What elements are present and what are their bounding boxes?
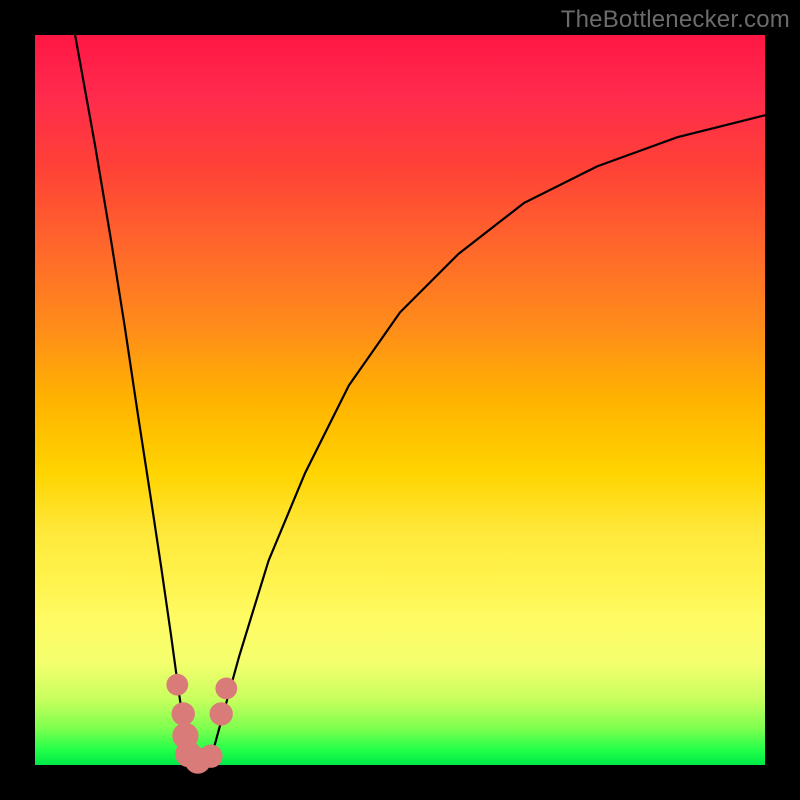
watermark-text: TheBottlenecker.com: [561, 6, 790, 34]
marker-dot: [215, 678, 237, 700]
marker-dot: [166, 674, 188, 696]
outer-frame: TheBottlenecker.com: [0, 0, 800, 800]
marker-dot: [210, 702, 233, 725]
marker-dot: [172, 702, 195, 725]
plot-area: [35, 35, 765, 765]
markers-group: [166, 674, 237, 774]
marker-dot: [199, 745, 222, 768]
left-curve: [75, 35, 190, 761]
chart-svg: [35, 35, 765, 765]
right-curve: [210, 115, 765, 761]
